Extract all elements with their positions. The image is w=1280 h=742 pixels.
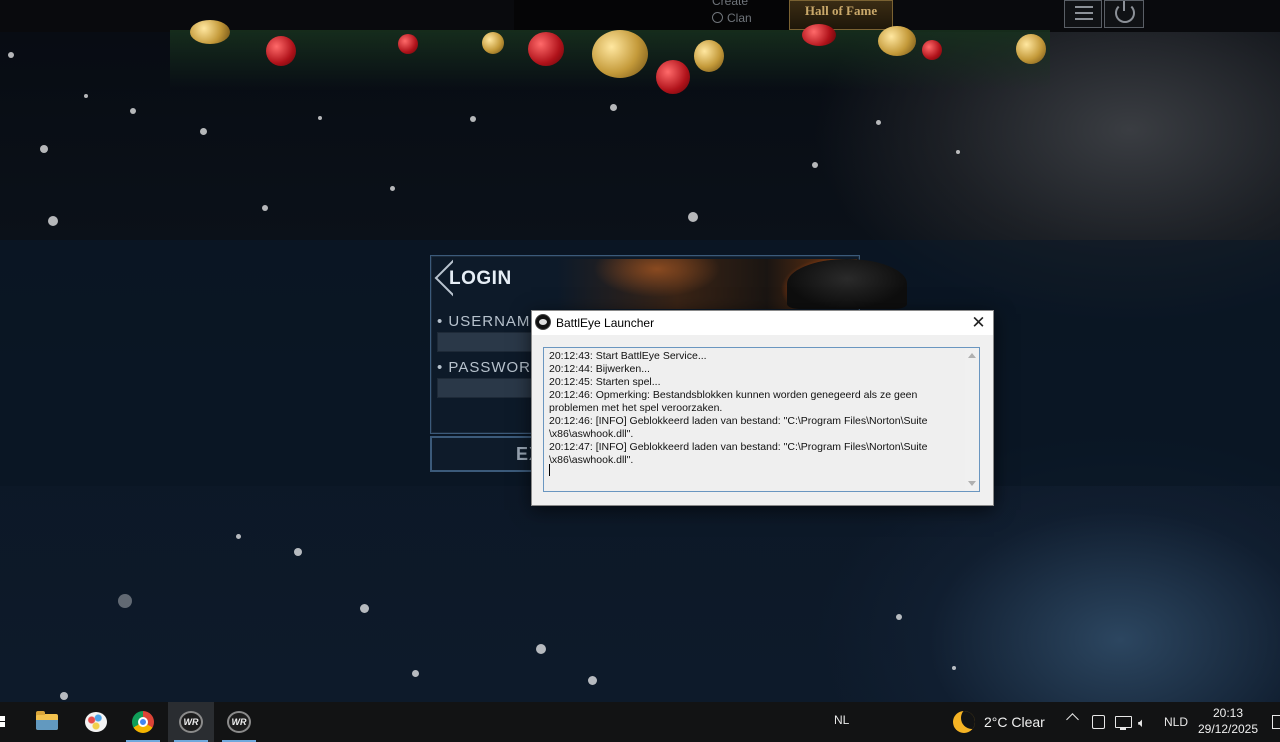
ornament bbox=[922, 40, 942, 60]
snowflake bbox=[412, 670, 419, 677]
snowflake bbox=[48, 216, 58, 226]
login-title: LOGIN bbox=[449, 268, 512, 289]
network-icon[interactable] bbox=[1115, 716, 1132, 730]
christmas-garland bbox=[170, 20, 1050, 94]
ornament bbox=[398, 34, 418, 54]
scroll-down-icon[interactable] bbox=[968, 481, 976, 486]
search-icon bbox=[712, 12, 723, 23]
chrome-icon bbox=[132, 711, 154, 733]
snowflake bbox=[8, 52, 14, 58]
log-line: 20:12:43: Start BattlEye Service... bbox=[549, 350, 707, 362]
taskbar-app-paint[interactable] bbox=[72, 702, 118, 742]
battleye-launcher-dialog: BattlEye Launcher ✕ 20:12:43: Start Batt… bbox=[531, 310, 994, 506]
snowflake bbox=[588, 676, 597, 685]
clock-date: 29/12/2025 bbox=[1197, 722, 1259, 736]
taskbar-app-file-explorer[interactable] bbox=[24, 702, 70, 742]
clock[interactable]: 20:13 29/12/2025 bbox=[1196, 705, 1260, 737]
snowflake bbox=[610, 104, 617, 111]
folder-icon bbox=[36, 711, 58, 730]
snowflake bbox=[896, 614, 902, 620]
snowflake bbox=[84, 94, 88, 98]
scroll-up-icon[interactable] bbox=[968, 353, 976, 358]
text-caret bbox=[549, 464, 550, 476]
snowflake bbox=[956, 150, 960, 154]
snowflake bbox=[390, 186, 395, 191]
snowflake bbox=[360, 604, 369, 613]
taskbar-app-chrome[interactable] bbox=[120, 702, 166, 742]
snowflake bbox=[236, 534, 241, 539]
clan-label: Clan bbox=[727, 11, 752, 25]
windows-icon-part bbox=[0, 722, 5, 727]
snowflake bbox=[40, 145, 48, 153]
weather-text[interactable]: 2°C Clear bbox=[984, 714, 1045, 730]
chevron-up-icon[interactable] bbox=[1066, 713, 1079, 726]
snowflake bbox=[952, 666, 956, 670]
hall-of-fame-button[interactable]: Hall of Fame bbox=[789, 0, 893, 30]
power-icon bbox=[1115, 3, 1135, 23]
ornament bbox=[878, 26, 916, 56]
ornament bbox=[1016, 34, 1046, 64]
meet-now-icon[interactable] bbox=[1092, 715, 1105, 729]
paint-palette-icon bbox=[85, 712, 107, 732]
log-line: 20:12:47: [INFO] Geblokkeerd laden van b… bbox=[549, 441, 928, 466]
start-button[interactable] bbox=[0, 702, 12, 742]
list-icon-line bbox=[1075, 12, 1093, 14]
windows-icon bbox=[0, 716, 5, 721]
dialog-title-bar[interactable]: BattlEye Launcher ✕ bbox=[532, 311, 993, 335]
log-line: 20:12:46: [INFO] Geblokkeerd laden van b… bbox=[549, 415, 928, 440]
snowflake bbox=[200, 128, 207, 135]
taskbar-app-warrock-2[interactable]: WR bbox=[216, 702, 262, 742]
ornament bbox=[190, 20, 230, 44]
close-button[interactable]: ✕ bbox=[964, 311, 993, 335]
log-line: 20:12:46: Opmerking: Bestandsblokken kun… bbox=[549, 389, 918, 414]
username-label: USERNAME bbox=[437, 313, 541, 330]
snowflake bbox=[536, 644, 546, 654]
log-line: 20:12:44: Bijwerken... bbox=[549, 363, 650, 375]
language-indicator[interactable]: NLD bbox=[1164, 715, 1188, 729]
taskbar-app-warrock[interactable]: WR bbox=[168, 702, 214, 742]
log-scrollbar[interactable] bbox=[965, 348, 979, 491]
log-textbox[interactable]: 20:12:43: Start BattlEye Service... 20:12… bbox=[543, 347, 980, 492]
clock-time: 20:13 bbox=[1212, 706, 1244, 720]
create-menu-item[interactable]: Create bbox=[712, 0, 748, 8]
ornament bbox=[592, 30, 648, 78]
ornament bbox=[266, 36, 296, 66]
log-line: 20:12:45: Starten spel... bbox=[549, 376, 661, 388]
snowflake bbox=[688, 212, 698, 222]
warrock-icon: WR bbox=[227, 711, 251, 733]
ornament bbox=[482, 32, 504, 54]
login-banner-image bbox=[557, 259, 907, 309]
taskbar: WR WR NL 2°C Clear 🔈︎ NLD 20:13 29/12/20… bbox=[0, 702, 1280, 742]
snowflake bbox=[876, 120, 881, 125]
soldier-hat-art bbox=[787, 259, 907, 309]
speaker-icon[interactable]: 🔈︎ bbox=[1138, 715, 1146, 731]
snowflake bbox=[262, 205, 268, 211]
list-icon-line bbox=[1075, 18, 1093, 20]
list-icon bbox=[1075, 6, 1093, 8]
snowflake bbox=[470, 116, 476, 122]
snowflake bbox=[130, 108, 136, 114]
log-text: 20:12:43: Start BattlEye Service... 20:12… bbox=[549, 350, 961, 467]
snowflake bbox=[60, 692, 68, 700]
input-indicator[interactable]: NL bbox=[834, 713, 849, 727]
notification-icon[interactable] bbox=[1272, 715, 1280, 729]
ornament bbox=[694, 40, 724, 72]
ornament bbox=[802, 24, 836, 46]
snowflake bbox=[812, 162, 818, 168]
power-icon-stem bbox=[1123, 1, 1125, 11]
battleye-logo-icon bbox=[535, 314, 551, 330]
ornament bbox=[528, 32, 564, 66]
list-menu-button[interactable] bbox=[1064, 0, 1102, 28]
ornament bbox=[656, 60, 690, 94]
snowflake bbox=[318, 116, 322, 120]
power-button[interactable] bbox=[1104, 0, 1144, 28]
dialog-title: BattlEye Launcher bbox=[556, 316, 655, 330]
snowflake bbox=[118, 594, 132, 608]
snowflake bbox=[294, 548, 302, 556]
password-label: PASSWORD bbox=[437, 359, 543, 376]
warrock-icon: WR bbox=[179, 711, 203, 733]
clan-menu-item[interactable]: Clan bbox=[712, 11, 752, 25]
moon-weather-icon[interactable] bbox=[953, 711, 975, 733]
